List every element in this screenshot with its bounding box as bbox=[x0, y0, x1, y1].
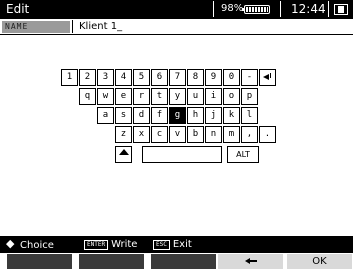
key-h[interactable]: h bbox=[187, 107, 204, 124]
key-0[interactable]: 0 bbox=[223, 69, 240, 86]
key-6[interactable]: 6 bbox=[151, 69, 168, 86]
name-label: NAME bbox=[2, 21, 70, 33]
key-e[interactable]: e bbox=[115, 88, 132, 105]
ok-button[interactable]: OK bbox=[287, 254, 352, 269]
key-m[interactable]: m bbox=[223, 126, 240, 143]
key-4[interactable]: 4 bbox=[115, 69, 132, 86]
help-exit: ESC Exit bbox=[153, 239, 192, 251]
key-2[interactable]: 2 bbox=[79, 69, 96, 86]
key-l[interactable]: l bbox=[241, 107, 258, 124]
softkey-bar: OK bbox=[0, 254, 353, 269]
signal-icon bbox=[334, 4, 348, 15]
backspace-button[interactable] bbox=[218, 254, 283, 269]
key-x[interactable]: x bbox=[133, 126, 150, 143]
window-title: Edit bbox=[6, 2, 30, 16]
key-w[interactable]: w bbox=[97, 88, 114, 105]
key-period[interactable]: . bbox=[259, 126, 276, 143]
esc-keycap: ESC bbox=[153, 240, 170, 250]
exit-label: Exit bbox=[172, 239, 192, 250]
write-label: Write bbox=[111, 239, 138, 250]
key-8[interactable]: 8 bbox=[187, 69, 204, 86]
key-j[interactable]: j bbox=[205, 107, 222, 124]
key-o[interactable]: o bbox=[223, 88, 240, 105]
key-minus[interactable]: - bbox=[241, 69, 258, 86]
key-t[interactable]: t bbox=[151, 88, 168, 105]
key-d[interactable]: d bbox=[133, 107, 150, 124]
help-bar: Choice ENTERWrite ESCExit bbox=[0, 236, 353, 253]
battery-icon bbox=[242, 5, 270, 14]
softkey-2[interactable] bbox=[79, 254, 144, 269]
key-f[interactable]: f bbox=[151, 107, 168, 124]
key-n[interactable]: n bbox=[205, 126, 222, 143]
key-r[interactable]: r bbox=[133, 88, 150, 105]
key-s[interactable]: s bbox=[115, 107, 132, 124]
enter-icon bbox=[263, 73, 272, 80]
key-7[interactable]: 7 bbox=[169, 69, 186, 86]
key-3[interactable]: 3 bbox=[97, 69, 114, 86]
clock: 12:44 bbox=[291, 2, 326, 16]
enter-key[interactable] bbox=[259, 69, 276, 86]
key-b[interactable]: b bbox=[187, 126, 204, 143]
battery-percent: 98% bbox=[221, 3, 244, 14]
help-choice: Choice bbox=[6, 237, 54, 251]
help-write: ENTER Write bbox=[84, 239, 137, 251]
key-5[interactable]: 5 bbox=[133, 69, 150, 86]
key-v[interactable]: v bbox=[169, 126, 186, 143]
softkey-1[interactable] bbox=[7, 254, 72, 269]
key-q[interactable]: q bbox=[79, 88, 96, 105]
divider bbox=[213, 1, 214, 17]
key-i[interactable]: i bbox=[205, 88, 222, 105]
dpad-icon bbox=[6, 237, 16, 251]
key-a[interactable]: a bbox=[97, 107, 114, 124]
key-u[interactable]: u bbox=[187, 88, 204, 105]
shift-icon bbox=[118, 149, 129, 155]
key-k[interactable]: k bbox=[223, 107, 240, 124]
divider bbox=[328, 1, 329, 17]
shift-key[interactable] bbox=[115, 146, 132, 163]
status-bar: Edit 98% 12:44 bbox=[0, 0, 353, 19]
key-comma[interactable]: , bbox=[241, 126, 258, 143]
arrow-left-icon bbox=[244, 258, 257, 264]
enter-keycap: ENTER bbox=[84, 240, 109, 250]
key-y[interactable]: y bbox=[169, 88, 186, 105]
key-9[interactable]: 9 bbox=[205, 69, 222, 86]
key-1[interactable]: 1 bbox=[61, 69, 78, 86]
editor-screen: Edit 98% 12:44 NAME Klient 1_ 1 2 3 4 5 … bbox=[0, 0, 353, 269]
name-row: NAME Klient 1_ bbox=[0, 20, 353, 35]
space-key[interactable] bbox=[142, 146, 222, 163]
choice-label: Choice bbox=[20, 240, 54, 251]
key-c[interactable]: c bbox=[151, 126, 168, 143]
key-z[interactable]: z bbox=[115, 126, 132, 143]
key-g[interactable]: g bbox=[169, 107, 186, 124]
divider bbox=[280, 1, 281, 17]
softkey-3[interactable] bbox=[151, 254, 216, 269]
key-p[interactable]: p bbox=[241, 88, 258, 105]
name-input[interactable]: Klient 1_ bbox=[72, 20, 351, 33]
alt-key[interactable]: ALT bbox=[227, 146, 259, 163]
